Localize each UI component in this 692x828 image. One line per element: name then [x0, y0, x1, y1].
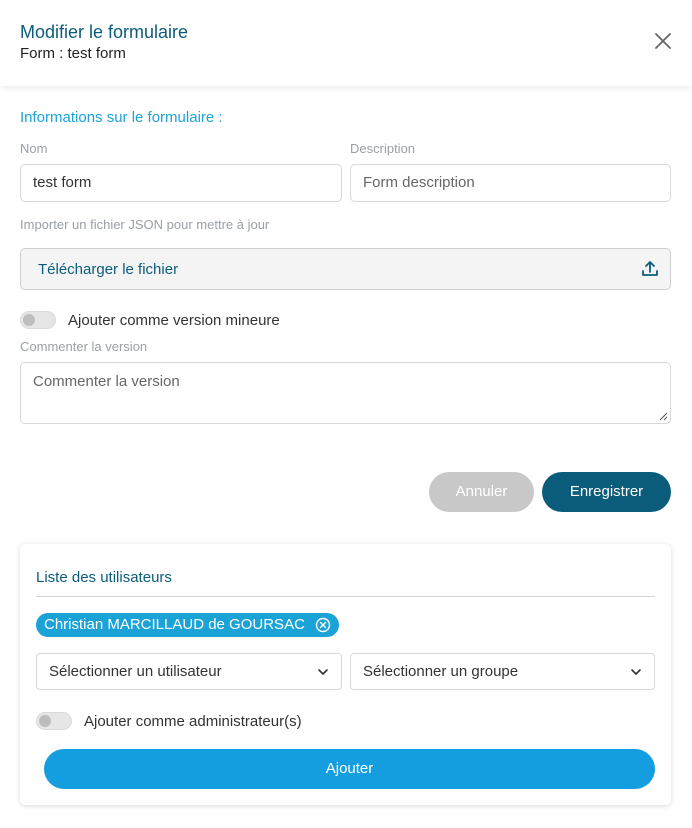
users-card: Liste des utilisateurs Christian MARCILL… — [20, 544, 671, 805]
group-select-value: Sélectionner un groupe — [363, 663, 519, 680]
cancel-button[interactable]: Annuler — [429, 472, 534, 512]
admin-toggle-label: Ajouter comme administrateur(s) — [84, 713, 302, 730]
name-input[interactable]: test form — [20, 164, 342, 202]
resize-handle-icon[interactable] — [658, 411, 668, 421]
dialog-header: Modifier le formulaire Form : test form — [0, 0, 692, 86]
dialog-subtitle: Form : test form — [20, 45, 126, 62]
dialog-title: Modifier le formulaire — [20, 22, 189, 42]
comment-version-label: Commenter la version — [20, 339, 148, 354]
minor-version-label: Ajouter comme version mineure — [68, 312, 280, 329]
chevron-down-icon — [318, 669, 328, 675]
user-select[interactable]: Sélectionner un utilisateur — [36, 653, 342, 690]
close-icon — [655, 33, 671, 49]
comment-version-placeholder: Commenter la version — [33, 373, 180, 390]
add-button[interactable]: Ajouter — [44, 749, 655, 789]
comment-version-textarea[interactable]: Commenter la version — [20, 362, 671, 424]
toggle-knob — [39, 715, 51, 727]
form-info-section-title: Informations sur le formulaire : — [20, 109, 223, 126]
minor-version-toggle[interactable] — [20, 311, 56, 329]
upload-file-label: Télécharger le fichier — [38, 261, 179, 278]
user-chip-label: Christian MARCILLAUD de GOURSAC — [44, 616, 305, 633]
group-select[interactable]: Sélectionner un groupe — [350, 653, 655, 690]
user-chip: Christian MARCILLAUD de GOURSAC — [36, 613, 339, 637]
users-list-title: Liste des utilisateurs — [36, 569, 172, 586]
upload-file-button[interactable]: Télécharger le fichier — [20, 248, 671, 290]
name-label: Nom — [20, 141, 48, 156]
close-button[interactable] — [652, 30, 674, 52]
chevron-down-icon — [631, 669, 641, 675]
chip-remove-icon[interactable] — [315, 617, 331, 633]
description-label: Description — [350, 141, 416, 156]
toggle-knob — [23, 314, 35, 326]
description-input[interactable]: Form description — [350, 164, 671, 202]
user-select-value: Sélectionner un utilisateur — [49, 663, 222, 680]
upload-icon — [642, 261, 658, 276]
import-json-label: Importer un fichier JSON pour mettre à j… — [20, 217, 270, 232]
save-button[interactable]: Enregistrer — [542, 472, 671, 512]
admin-toggle[interactable] — [36, 712, 72, 730]
divider — [36, 596, 655, 597]
